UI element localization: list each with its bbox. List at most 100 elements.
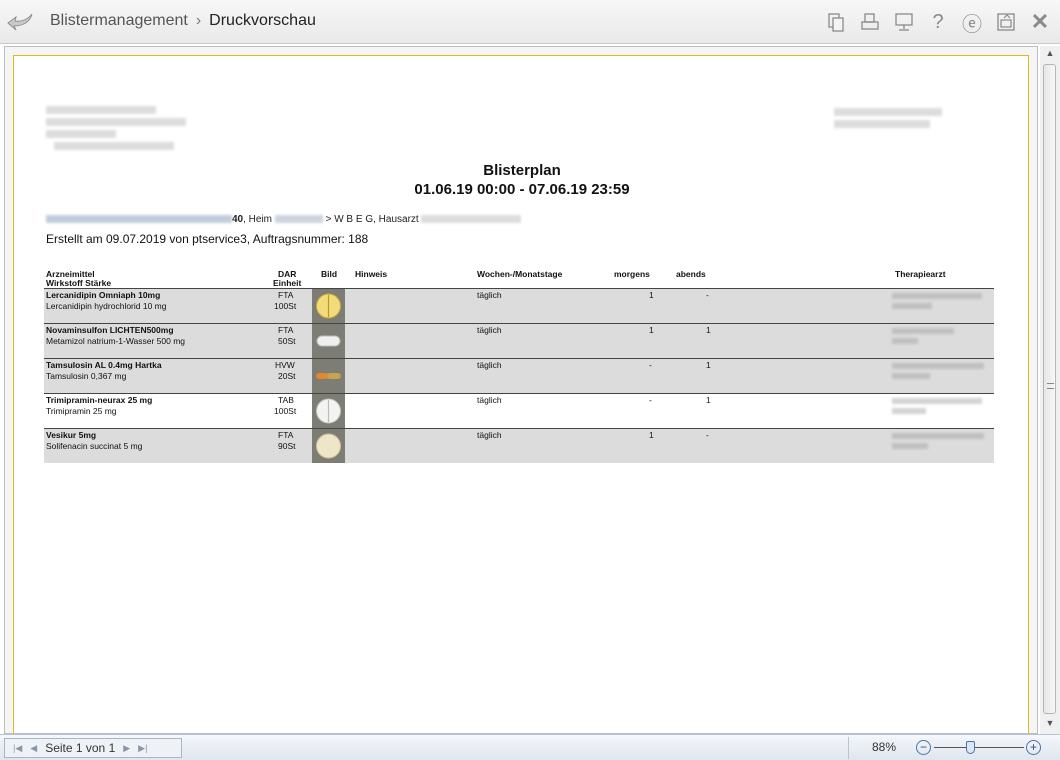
doctor-name-redacted [421, 215, 522, 224]
therapist-redacted-line [892, 338, 918, 344]
patient-name-redacted [46, 215, 232, 224]
patient-line-number: 40 [232, 214, 244, 225]
created-line: Erstellt am 09.07.2019 von ptservice3, A… [46, 232, 369, 246]
breadcrumb-blistermanagement[interactable]: Blistermanagement [50, 12, 188, 29]
vertical-scrollbar[interactable]: ▲ ▼ [1040, 46, 1060, 734]
zoom-slider[interactable]: − + [914, 738, 1044, 758]
pill-image [312, 394, 345, 428]
row-unit: 100St [274, 301, 297, 311]
scroll-grip-icon [1047, 383, 1054, 389]
export-icon[interactable] [992, 8, 1020, 36]
row-evening: - [706, 290, 709, 300]
row-name: Vesikur 5mg [46, 430, 97, 440]
header-einheit: Einheit [273, 278, 302, 288]
address-block-redacted [54, 142, 174, 150]
zoom-handle[interactable] [966, 741, 975, 754]
address-block-redacted [46, 106, 156, 114]
zoom-in-icon[interactable]: + [1026, 740, 1041, 755]
row-name: Novaminsulfon LICHTEN500mg [46, 325, 174, 335]
therapist-redacted [892, 431, 990, 457]
row-days: täglich [477, 360, 502, 370]
title-bar: Blistermanagement › Druckvorschau ? ⓔ ✕ [0, 0, 1060, 44]
row-morning: 1 [649, 430, 654, 440]
row-name: Lercanidipin Omniaph 10mg [46, 290, 161, 300]
therapist-redacted-line [892, 303, 932, 309]
printer-icon[interactable] [856, 8, 884, 36]
therapist-redacted-line [892, 293, 982, 299]
patient-line-home: , Heim [243, 214, 273, 225]
header-wirkstoff: Wirkstoff Stärke [46, 278, 112, 288]
pill-image [312, 289, 345, 323]
therapist-redacted-line [892, 433, 984, 439]
row-evening: 1 [706, 395, 711, 405]
zoom-level: 88% [872, 740, 897, 754]
first-page-icon[interactable]: |◀ [13, 743, 22, 754]
pill-image [312, 324, 345, 358]
row-dar: FTA [278, 430, 294, 440]
prev-page-icon[interactable]: ◀ [30, 743, 37, 754]
row-unit: 20St [278, 371, 296, 381]
therapist-redacted [892, 326, 990, 352]
help-icon[interactable]: ? [924, 8, 952, 36]
copy-icon[interactable] [822, 8, 850, 36]
therapist-redacted [892, 396, 990, 422]
row-evening: 1 [706, 360, 711, 370]
next-page-icon[interactable]: ▶ [123, 743, 130, 754]
row-substance: Trimipramin 25 mg [46, 406, 117, 416]
row-morning: 1 [649, 325, 654, 335]
row-days: täglich [477, 290, 502, 300]
breadcrumb-separator: › [195, 12, 202, 29]
patient-line: 40, Heim > W B E G, Hausarzt [46, 214, 522, 225]
therapist-redacted-line [892, 328, 954, 334]
row-substance: Metamizol natrium-1-Wasser 500 mg [46, 336, 186, 346]
table-row: Trimipramin-neurax 25 mg Trimipramin 25 … [44, 393, 994, 428]
table-row: Vesikur 5mg Solifenacin succinat 5 mg FT… [44, 428, 994, 463]
document-title: Blisterplan [483, 162, 561, 179]
contact-block-redacted [834, 108, 942, 116]
therapist-redacted-line [892, 363, 984, 369]
page-indicator: Seite 1 von 1 [45, 741, 116, 755]
header-bild: Bild [321, 269, 338, 279]
row-name: Trimipramin-neurax 25 mg [46, 395, 153, 405]
header-morgens: morgens [614, 269, 650, 279]
header-wochen: Wochen-/Monatstage [477, 269, 563, 279]
back-arrow-icon[interactable] [6, 8, 36, 36]
zoom-track[interactable] [934, 747, 1024, 748]
page-navigator: |◀ ◀ Seite 1 von 1 ▶ ▶| [4, 738, 182, 758]
preview-page: Blisterplan 01.06.19 00:00 - 07.06.19 23… [13, 55, 1029, 733]
document-period: 01.06.19 00:00 - 07.06.19 23:59 [414, 181, 630, 198]
header-abends: abends [676, 269, 706, 279]
print-preview-area[interactable]: Blisterplan 01.06.19 00:00 - 07.06.19 23… [4, 46, 1038, 734]
scroll-down-icon[interactable]: ▼ [1044, 718, 1056, 730]
breadcrumb: Blistermanagement › Druckvorschau [50, 12, 316, 30]
therapist-redacted-line [892, 398, 982, 404]
pill-image [312, 429, 345, 463]
row-dar: TAB [278, 395, 294, 405]
monitor-icon[interactable] [890, 8, 918, 36]
zoom-out-icon[interactable]: − [916, 740, 931, 755]
row-morning: - [649, 360, 652, 370]
row-days: täglich [477, 430, 502, 440]
therapist-redacted [892, 291, 990, 317]
row-days: täglich [477, 325, 502, 335]
therapist-redacted-line [892, 408, 926, 414]
row-substance: Solifenacin succinat 5 mg [46, 441, 143, 451]
row-dar: HVW [275, 360, 295, 370]
row-unit: 50St [278, 336, 296, 346]
therapist-redacted-line [892, 443, 928, 449]
scroll-thumb[interactable] [1043, 64, 1056, 714]
e-icon[interactable]: ⓔ [958, 8, 986, 36]
row-unit: 100St [274, 406, 297, 416]
close-icon[interactable]: ✕ [1026, 8, 1054, 36]
row-morning: - [649, 395, 652, 405]
therapist-redacted-line [892, 373, 930, 379]
header-hinweis: Hinweis [355, 269, 388, 279]
row-morning: 1 [649, 290, 654, 300]
status-bar: |◀ ◀ Seite 1 von 1 ▶ ▶| 88% − + [0, 734, 1060, 760]
home-name-redacted [274, 215, 323, 224]
row-name: Tamsulosin AL 0.4mg Hartka [46, 360, 162, 370]
patient-line-doctor: > W B E G, Hausarzt [325, 214, 419, 225]
scroll-up-icon[interactable]: ▲ [1044, 48, 1056, 60]
last-page-icon[interactable]: ▶| [138, 743, 147, 754]
row-evening: - [706, 430, 709, 440]
